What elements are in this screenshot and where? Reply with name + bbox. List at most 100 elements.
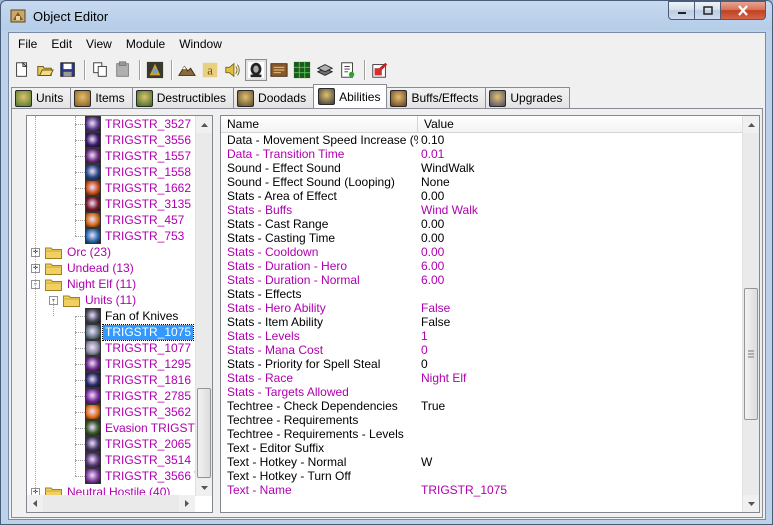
sound-button[interactable] — [222, 59, 244, 81]
table-row[interactable]: Stats - Priority for Spell Steal 0 — [221, 357, 744, 371]
tree-scroll-thumb[interactable] — [197, 388, 211, 478]
table-row[interactable]: Stats - Hero Ability False — [221, 301, 744, 315]
tab-abilities[interactable]: Abilities — [313, 84, 388, 108]
field-value[interactable]: 6.00 — [418, 273, 738, 287]
field-value[interactable]: 0 — [418, 357, 738, 371]
menu-view[interactable]: View — [79, 34, 119, 54]
tree-vertical-scrollbar[interactable] — [195, 116, 212, 496]
tree-item[interactable]: TRIGSTR_753 — [85, 228, 186, 244]
field-value[interactable]: W — [418, 455, 738, 469]
table-row[interactable]: Stats - Levels 1 — [221, 329, 744, 343]
grid-scroll-up-button[interactable] — [743, 116, 759, 133]
tree-item[interactable]: TRIGSTR_1295 — [85, 356, 193, 372]
field-value[interactable]: Wind Walk — [418, 203, 738, 217]
tree-scroll-right-button[interactable] — [179, 495, 195, 512]
title-bar[interactable]: Object Editor — [1, 1, 772, 31]
tree-folder[interactable]: - Units (11) — [49, 292, 138, 308]
table-row[interactable]: Text - Hotkey - Turn Off — [221, 469, 744, 483]
field-value[interactable]: 0.10 — [418, 133, 738, 147]
script-button[interactable] — [337, 59, 359, 81]
menu-file[interactable]: File — [11, 34, 44, 54]
table-row[interactable]: Data - Movement Speed Increase (%) 0.10 — [221, 133, 744, 147]
tree-item[interactable]: TRIGSTR_1816 — [85, 372, 193, 388]
new-button[interactable] — [11, 59, 33, 81]
table-row[interactable]: Techtree - Check Dependencies True — [221, 399, 744, 413]
table-row[interactable]: Stats - Item Ability False — [221, 315, 744, 329]
open-button[interactable] — [34, 59, 56, 81]
tree-horizontal-scrollbar[interactable] — [27, 495, 195, 512]
table-row[interactable]: Sound - Effect Sound WindWalk — [221, 161, 744, 175]
name-column-header[interactable]: Name — [221, 116, 418, 133]
table-row[interactable]: Stats - Targets Allowed — [221, 385, 744, 399]
table-row[interactable]: Stats - Race Night Elf — [221, 371, 744, 385]
table-row[interactable]: Stats - Cast Range 0.00 — [221, 217, 744, 231]
tab-doodads[interactable]: Doodads — [233, 87, 315, 108]
tab-buffs-effects[interactable]: Buffs/Effects — [386, 87, 487, 108]
tree-item[interactable]: TRIGSTR_1557 (N — [85, 148, 197, 164]
grid-vertical-scrollbar[interactable] — [742, 116, 759, 512]
tree-scroll-up-button[interactable] — [196, 116, 212, 133]
table-row[interactable]: Text - Editor Suffix — [221, 441, 744, 455]
field-value[interactable]: False — [418, 315, 738, 329]
field-value[interactable]: 6.00 — [418, 259, 738, 273]
field-value[interactable]: True — [418, 399, 738, 413]
field-value[interactable]: TRIGSTR_1075 — [418, 483, 738, 497]
item-button[interactable]: a — [199, 59, 221, 81]
tree-item[interactable]: TRIGSTR_457 — [85, 212, 186, 228]
field-value[interactable]: False — [418, 301, 738, 315]
field-value[interactable] — [418, 413, 738, 427]
field-value[interactable]: 0 — [418, 343, 738, 357]
table-row[interactable]: Stats - Cooldown 0.00 — [221, 245, 744, 259]
minimize-button[interactable] — [668, 1, 695, 20]
tab-destructibles[interactable]: Destructibles — [131, 87, 235, 108]
copy-button[interactable] — [89, 59, 111, 81]
tree-item[interactable]: Evasion TRIGSTR_ — [85, 420, 197, 436]
tab-items[interactable]: Items — [70, 87, 133, 108]
field-value[interactable] — [418, 385, 738, 399]
property-grid[interactable]: Name Value Data - Movement Speed Increas… — [220, 115, 760, 513]
tree-item[interactable]: TRIGSTR_2785 — [85, 388, 193, 404]
close-button[interactable] — [721, 1, 766, 20]
field-value[interactable]: Night Elf — [418, 371, 738, 385]
grid-scroll-down-button[interactable] — [743, 495, 759, 512]
field-value[interactable]: 1 — [418, 329, 738, 343]
field-value[interactable]: 0.00 — [418, 231, 738, 245]
unit-button[interactable] — [144, 59, 166, 81]
field-value[interactable] — [418, 441, 738, 455]
table-row[interactable]: Techtree - Requirements - Levels — [221, 427, 744, 441]
field-value[interactable] — [418, 469, 738, 483]
tree-scroll-left-button[interactable] — [27, 495, 43, 512]
save-button[interactable] — [57, 59, 79, 81]
tab-units[interactable]: Units — [11, 87, 72, 108]
field-value[interactable]: 0.00 — [418, 189, 738, 203]
table-row[interactable]: Techtree - Requirements — [221, 413, 744, 427]
terrain-button[interactable] — [176, 59, 198, 81]
maximize-button[interactable] — [695, 1, 721, 20]
table-row[interactable]: Stats - Casting Time 0.00 — [221, 231, 744, 245]
tree-scroll-down-button[interactable] — [196, 479, 212, 496]
field-value[interactable]: 0.00 — [418, 245, 738, 259]
field-value[interactable]: 0.01 — [418, 147, 738, 161]
field-value[interactable]: None — [418, 175, 738, 189]
tree-folder[interactable]: - Night Elf (11) — [31, 276, 138, 292]
field-value[interactable]: 0.00 — [418, 217, 738, 231]
tree-item[interactable]: TRIGSTR_3562 — [85, 404, 193, 420]
tree-item[interactable]: TRIGSTR_3556 — [85, 132, 193, 148]
tab-upgrades[interactable]: Upgrades — [485, 87, 571, 108]
tree-item[interactable]: TRIGSTR_3135 (F — [85, 196, 197, 212]
field-value[interactable]: WindWalk — [418, 161, 738, 175]
table-row[interactable]: Sound - Effect Sound (Looping) None — [221, 175, 744, 189]
menu-module[interactable]: Module — [119, 34, 172, 54]
tree-item[interactable]: TRIGSTR_3527 — [85, 116, 193, 132]
tree-item[interactable]: TRIGSTR_1075 — [85, 323, 195, 341]
table-row[interactable]: Text - Hotkey - Normal W — [221, 455, 744, 469]
tree-item[interactable]: TRIGSTR_3566 TI — [85, 468, 197, 484]
table-row[interactable]: Stats - Duration - Normal 6.00 — [221, 273, 744, 287]
trigger-button[interactable] — [314, 59, 336, 81]
tree-folder[interactable]: + Undead (13) — [31, 260, 136, 276]
object-tree[interactable]: TRIGSTR_3527 TRIGSTR_3556 TRIGSTR_1557 (N T… — [26, 115, 213, 513]
table-row[interactable]: Stats - Mana Cost 0 — [221, 343, 744, 357]
field-value[interactable] — [418, 287, 738, 301]
table-row[interactable]: Stats - Duration - Hero 6.00 — [221, 259, 744, 273]
tree-folder[interactable]: + Orc (23) — [31, 244, 113, 260]
